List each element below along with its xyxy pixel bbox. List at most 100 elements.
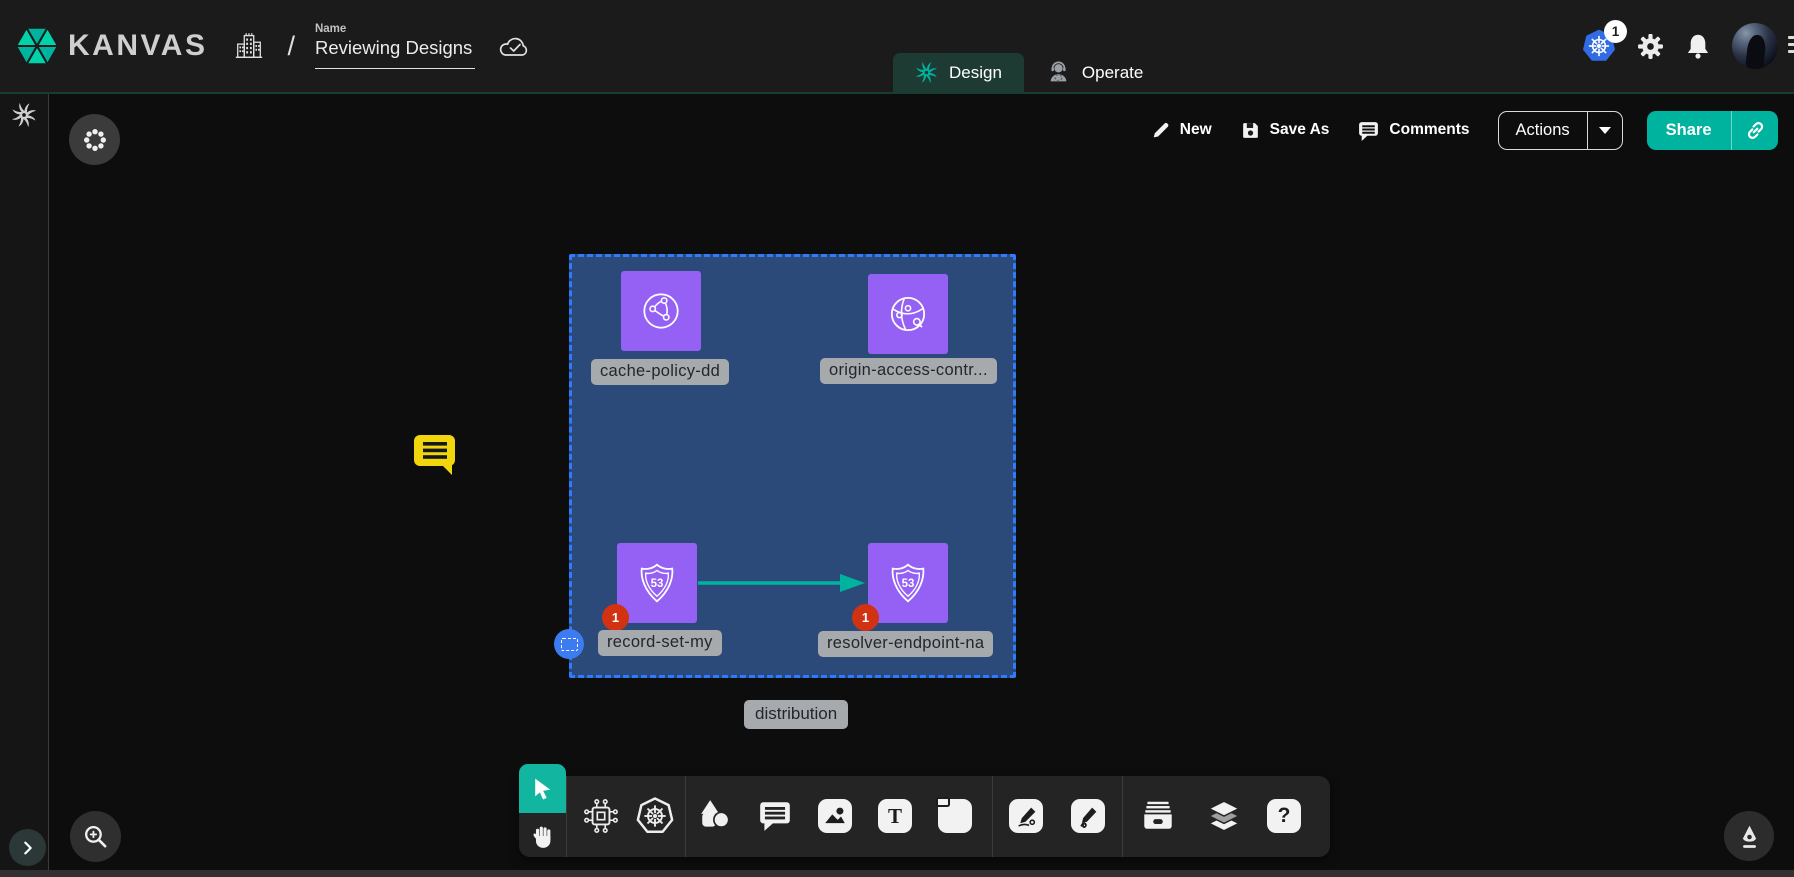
left-rail [0,94,49,877]
header-left: KANVAS [14,0,533,92]
kubernetes-context-button[interactable]: 1 [1582,29,1616,63]
text-tool-icon: T [878,799,912,833]
comment-bubble-icon [1357,119,1380,142]
chip-circuit-icon [582,797,620,835]
zoom-in-magnifier-icon [82,823,109,850]
image-tool-button[interactable] [815,796,855,836]
actions-dropdown-button[interactable]: Actions [1498,111,1623,150]
hamburger-menu-icon[interactable] [1788,36,1794,53]
zoom-in-button[interactable] [70,811,121,862]
node-label: record-set-my [598,630,722,656]
design-action-bar: New Save As Comm [1150,110,1778,150]
comments-label: Comments [1389,121,1469,139]
layers-icon [1205,797,1243,835]
design-name-value[interactable]: Reviewing Designs [315,37,475,69]
help-button[interactable]: ? [1264,796,1304,836]
design-swirl-icon [915,61,938,84]
app-wordmark: KANVAS [68,29,207,63]
organization-icon[interactable] [233,29,265,63]
drawer-archive-icon [1139,797,1177,835]
node-origin-access-control[interactable] [868,274,948,354]
kanvas-logo-icon[interactable] [14,23,60,69]
pen-nib-icon [1736,823,1763,850]
tab-operate-label: Operate [1082,63,1143,83]
tab-design-label: Design [949,63,1002,83]
edge-record-to-resolver[interactable] [698,570,868,596]
image-icon [818,799,852,833]
text-tool-button[interactable]: T [875,796,915,836]
shapes-icon [698,798,734,834]
expand-sidebar-button[interactable] [9,829,46,866]
pencil-doodle-icon [1071,799,1105,833]
save-as-button[interactable]: Save As [1240,120,1330,141]
pen-path-icon [1009,799,1043,833]
floppy-disk-icon [1240,120,1261,141]
design-name-field[interactable]: Name Reviewing Designs [315,23,475,69]
bottom-window-strip [0,870,1794,877]
svg-text:53: 53 [902,578,915,590]
node-issue-badge[interactable]: 1 [602,604,629,631]
shapes-tool-button[interactable] [696,796,736,836]
freehand-draw-tool-button[interactable] [1068,796,1108,836]
cloudfront-origin-access-icon [884,290,932,338]
layers-button[interactable] [1204,796,1244,836]
comments-button[interactable]: Comments [1357,119,1469,142]
comment-tool-button[interactable] [755,796,795,836]
node-resolver-endpoint[interactable]: 53 [868,543,948,623]
share-label[interactable]: Share [1647,111,1731,150]
node-cache-policy[interactable] [621,271,701,351]
pencil-icon [1150,120,1171,141]
settings-gear-icon[interactable] [1637,33,1664,60]
node-record-set[interactable]: 53 [617,543,697,623]
actions-label[interactable]: Actions [1499,112,1587,149]
drawer-catalog-button[interactable] [1138,796,1178,836]
pen-path-tool-button[interactable] [1006,796,1046,836]
node-label: cache-policy-dd [591,359,729,385]
svg-text:53: 53 [651,578,664,590]
note-tool-button[interactable] [935,796,975,836]
node-issue-badge[interactable]: 1 [852,604,879,631]
tab-operate[interactable]: Operate [1024,53,1165,92]
chevron-right-icon [19,839,37,857]
components-tool-button[interactable] [581,796,621,836]
route53-shield-icon: 53 [634,560,680,606]
actions-dropdown-arrow[interactable] [1587,112,1622,149]
cloudfront-cache-policy-icon [637,287,685,335]
k8s-context-count-badge: 1 [1604,20,1627,43]
operate-headset-icon [1046,60,1071,85]
route53-shield-icon: 53 [885,560,931,606]
user-avatar[interactable] [1732,23,1778,69]
sticky-note-icon [938,799,972,833]
kubernetes-tool-button[interactable] [635,796,675,836]
notifications-bell-icon[interactable] [1685,32,1711,60]
breadcrumb-separator: / [287,31,295,62]
select-tool-button[interactable] [519,764,566,813]
toolbar-divider [1122,776,1123,857]
tab-design[interactable]: Design [893,53,1024,92]
pen-mode-button[interactable] [1724,811,1774,861]
help-question-icon: ? [1267,799,1301,833]
cursor-arrow-icon [530,776,555,801]
flower-dots-icon [82,127,108,153]
kanvas-app: KANVAS [0,0,1794,877]
name-label: Name [315,23,475,35]
kubernetes-wheel-icon [635,796,675,836]
canvas-comment-marker[interactable] [412,431,458,481]
canvas-quick-actions-button[interactable] [69,114,120,165]
meshery-swirl-icon[interactable] [11,102,37,133]
new-button[interactable]: New [1150,120,1212,141]
hand-icon [530,823,555,848]
node-label: origin-access-contr... [820,358,997,384]
toolbar-divider [992,776,993,857]
pan-tool-button[interactable] [519,813,566,857]
group-selection-handle[interactable] [554,629,584,659]
group-label: distribution [744,700,848,729]
copy-link-button[interactable] [1732,111,1778,150]
app-header: KANVAS [0,0,1794,94]
new-label: New [1180,121,1212,139]
mode-tabs: Design Operate [893,53,1165,92]
cloud-saved-icon [497,33,533,60]
share-split-button[interactable]: Share [1647,111,1778,150]
node-label: resolver-endpoint-na [818,631,993,657]
comment-bubble-icon [757,798,793,834]
